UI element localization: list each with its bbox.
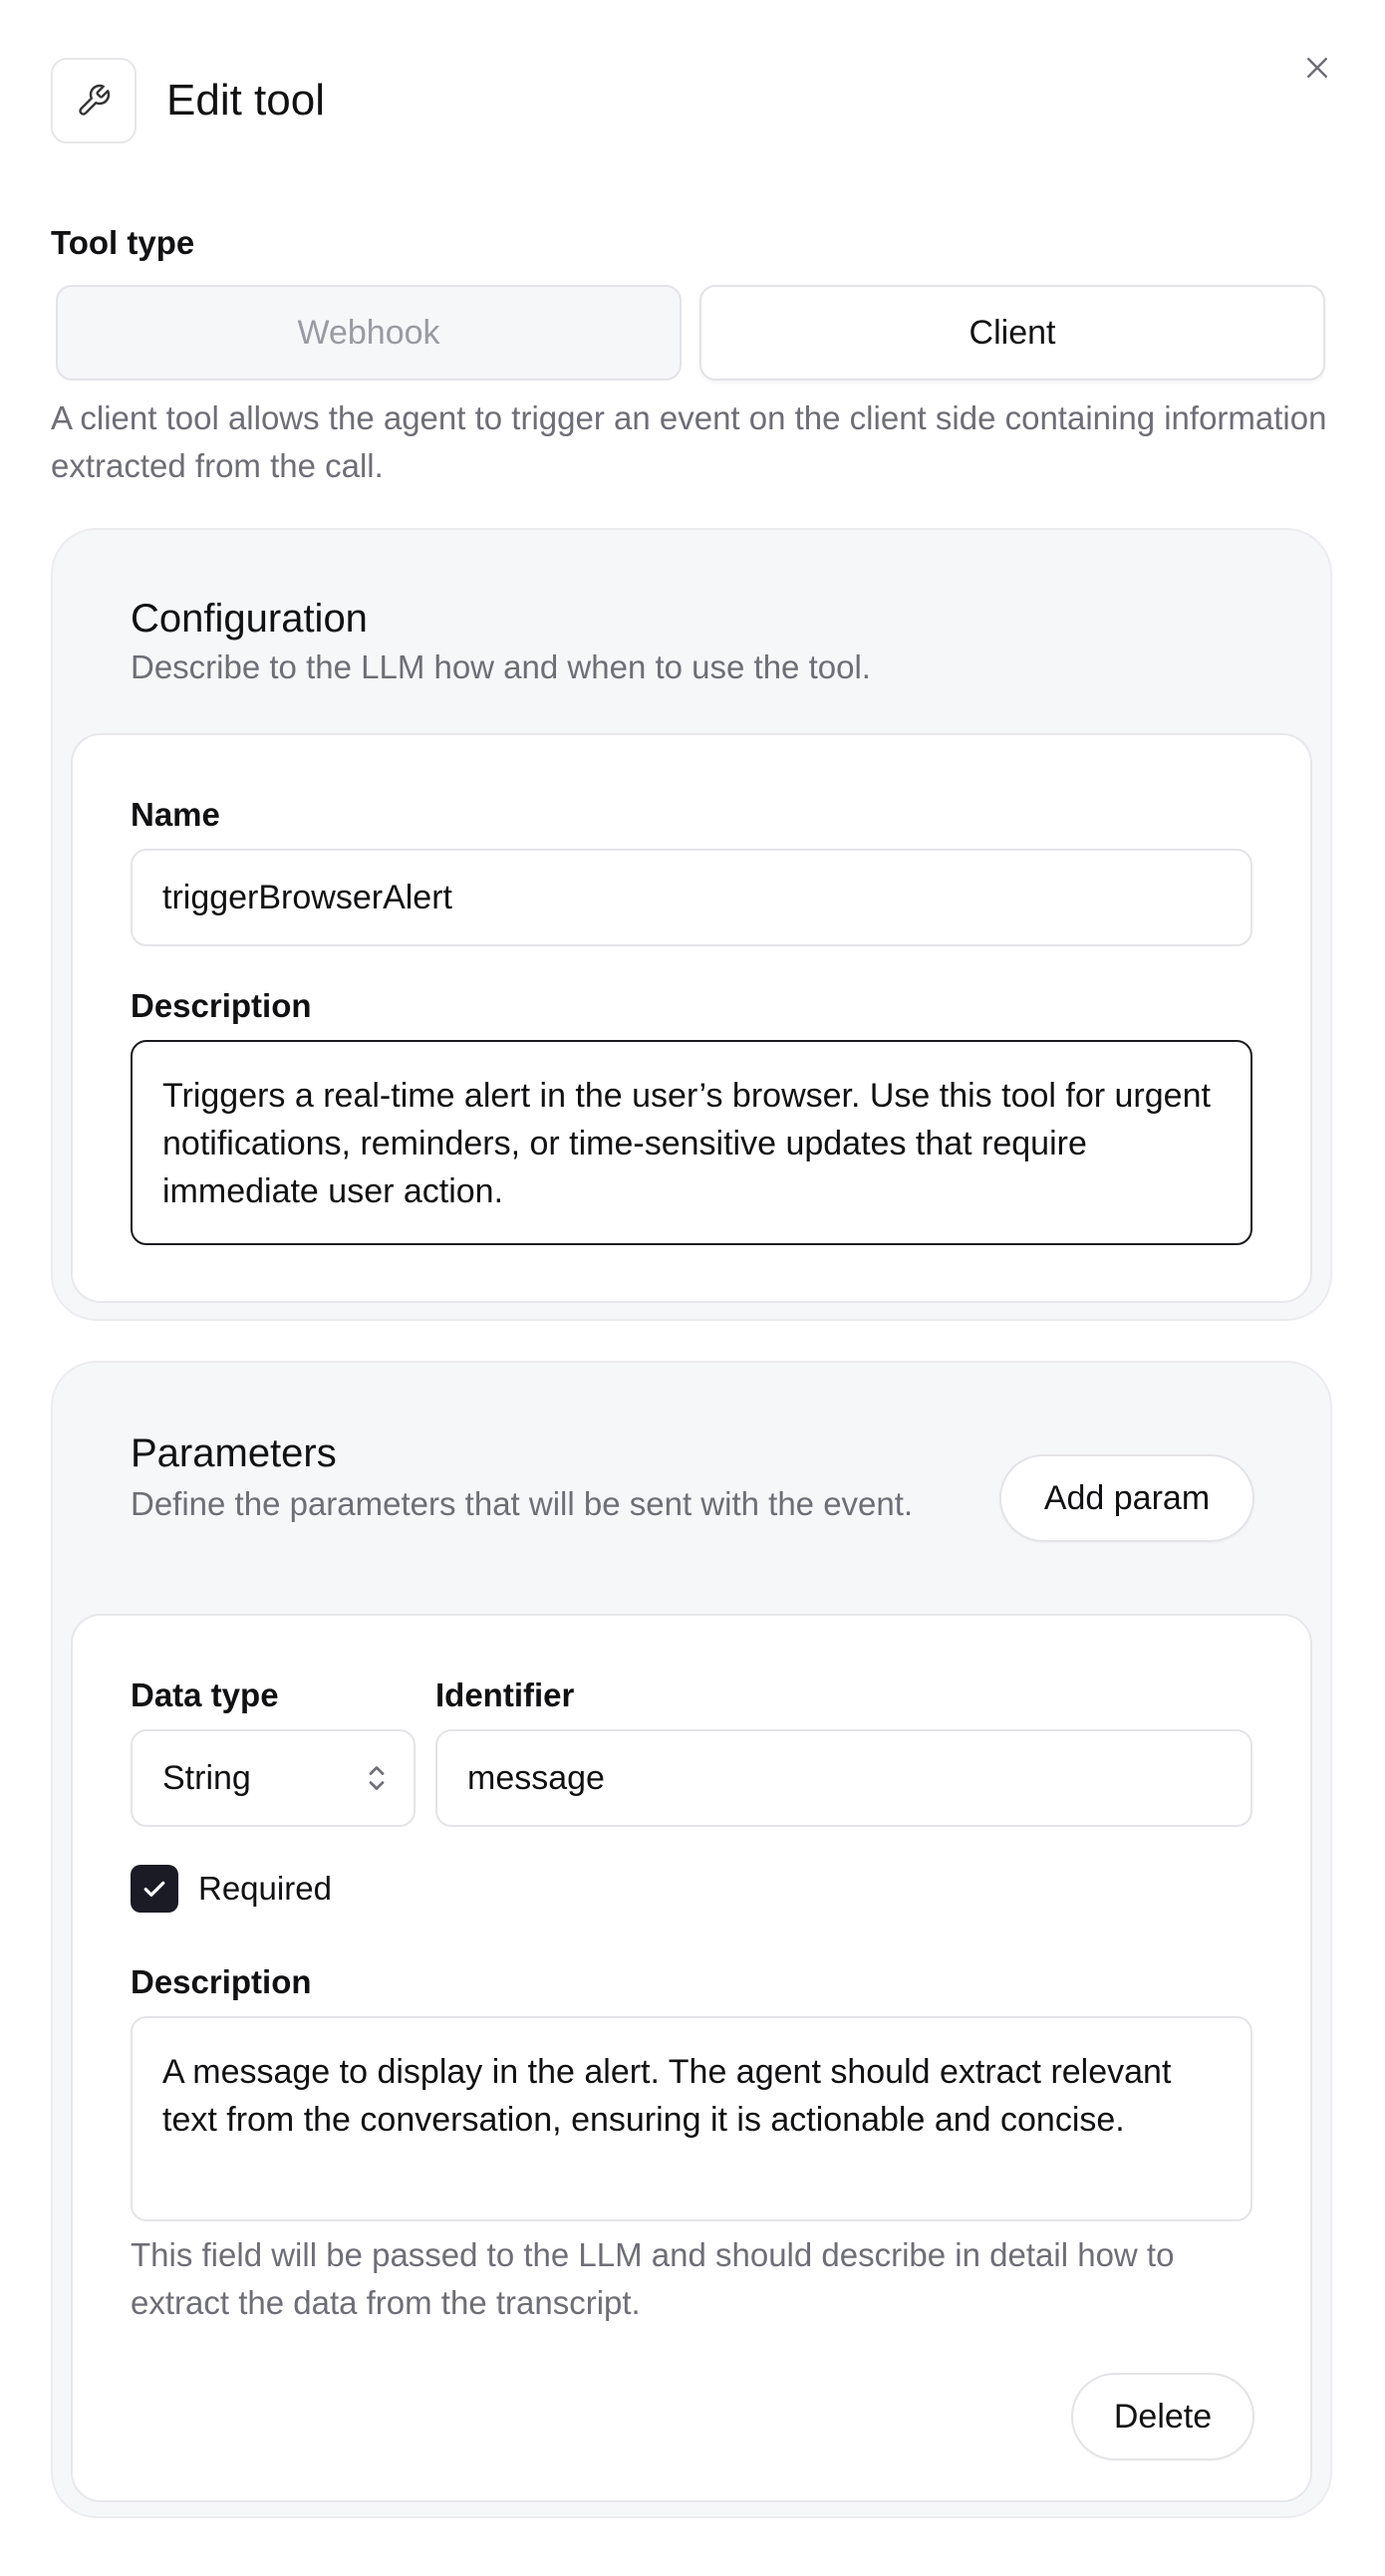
configuration-title: Configuration	[131, 597, 368, 641]
parameters-subtitle: Define the parameters that will be sent …	[131, 1485, 914, 1522]
data-type-label: Data type	[131, 1676, 279, 1713]
param-description-label: Description	[131, 1963, 312, 2000]
name-label: Name	[131, 796, 220, 833]
identifier-label: Identifier	[435, 1676, 575, 1713]
tool-wrench-icon-box	[51, 58, 137, 143]
configuration-subtitle: Describe to the LLM how and when to use …	[131, 648, 871, 685]
data-type-value: String	[162, 1758, 251, 1797]
wrench-icon	[79, 84, 111, 116]
param-description-help: This field will be passed to the LLM and…	[131, 2236, 1175, 2321]
close-icon	[1307, 58, 1327, 78]
page-title: Edit tool	[166, 76, 325, 125]
tool-type-client-option[interactable]: Client	[699, 285, 1325, 381]
description-textarea[interactable]: Triggers a real-time alert in the user’s…	[131, 1040, 1252, 1245]
tool-type-description: A client tool allows the agent to trigge…	[51, 399, 1327, 484]
add-param-button[interactable]: Add param	[999, 1454, 1254, 1542]
delete-param-button[interactable]: Delete	[1071, 2373, 1254, 2460]
identifier-input[interactable]: message	[435, 1729, 1252, 1827]
parameters-title: Parameters	[131, 1431, 337, 1475]
data-type-select[interactable]: String	[131, 1729, 416, 1827]
close-button[interactable]	[1297, 48, 1337, 88]
name-input[interactable]: triggerBrowserAlert	[131, 849, 1252, 946]
required-checkbox-row[interactable]: Required	[131, 1865, 332, 1913]
required-checkbox[interactable]	[131, 1865, 178, 1913]
param-description-textarea[interactable]: A message to display in the alert. The a…	[131, 2016, 1252, 2221]
configuration-card: Name triggerBrowserAlert Description Tri…	[71, 733, 1312, 1303]
configuration-panel: Configuration Describe to the LLM how an…	[51, 528, 1332, 1321]
parameters-panel: Parameters Define the parameters that wi…	[51, 1361, 1332, 2518]
check-icon	[143, 1881, 165, 1897]
tool-type-webhook-option[interactable]: Webhook	[56, 285, 682, 381]
description-label: Description	[131, 987, 312, 1024]
parameter-card: Data type String Identifier message Requ…	[71, 1614, 1312, 2502]
required-label: Required	[198, 1870, 332, 1907]
tool-type-label: Tool type	[51, 224, 195, 261]
chevron-up-down-icon	[369, 1766, 385, 1790]
